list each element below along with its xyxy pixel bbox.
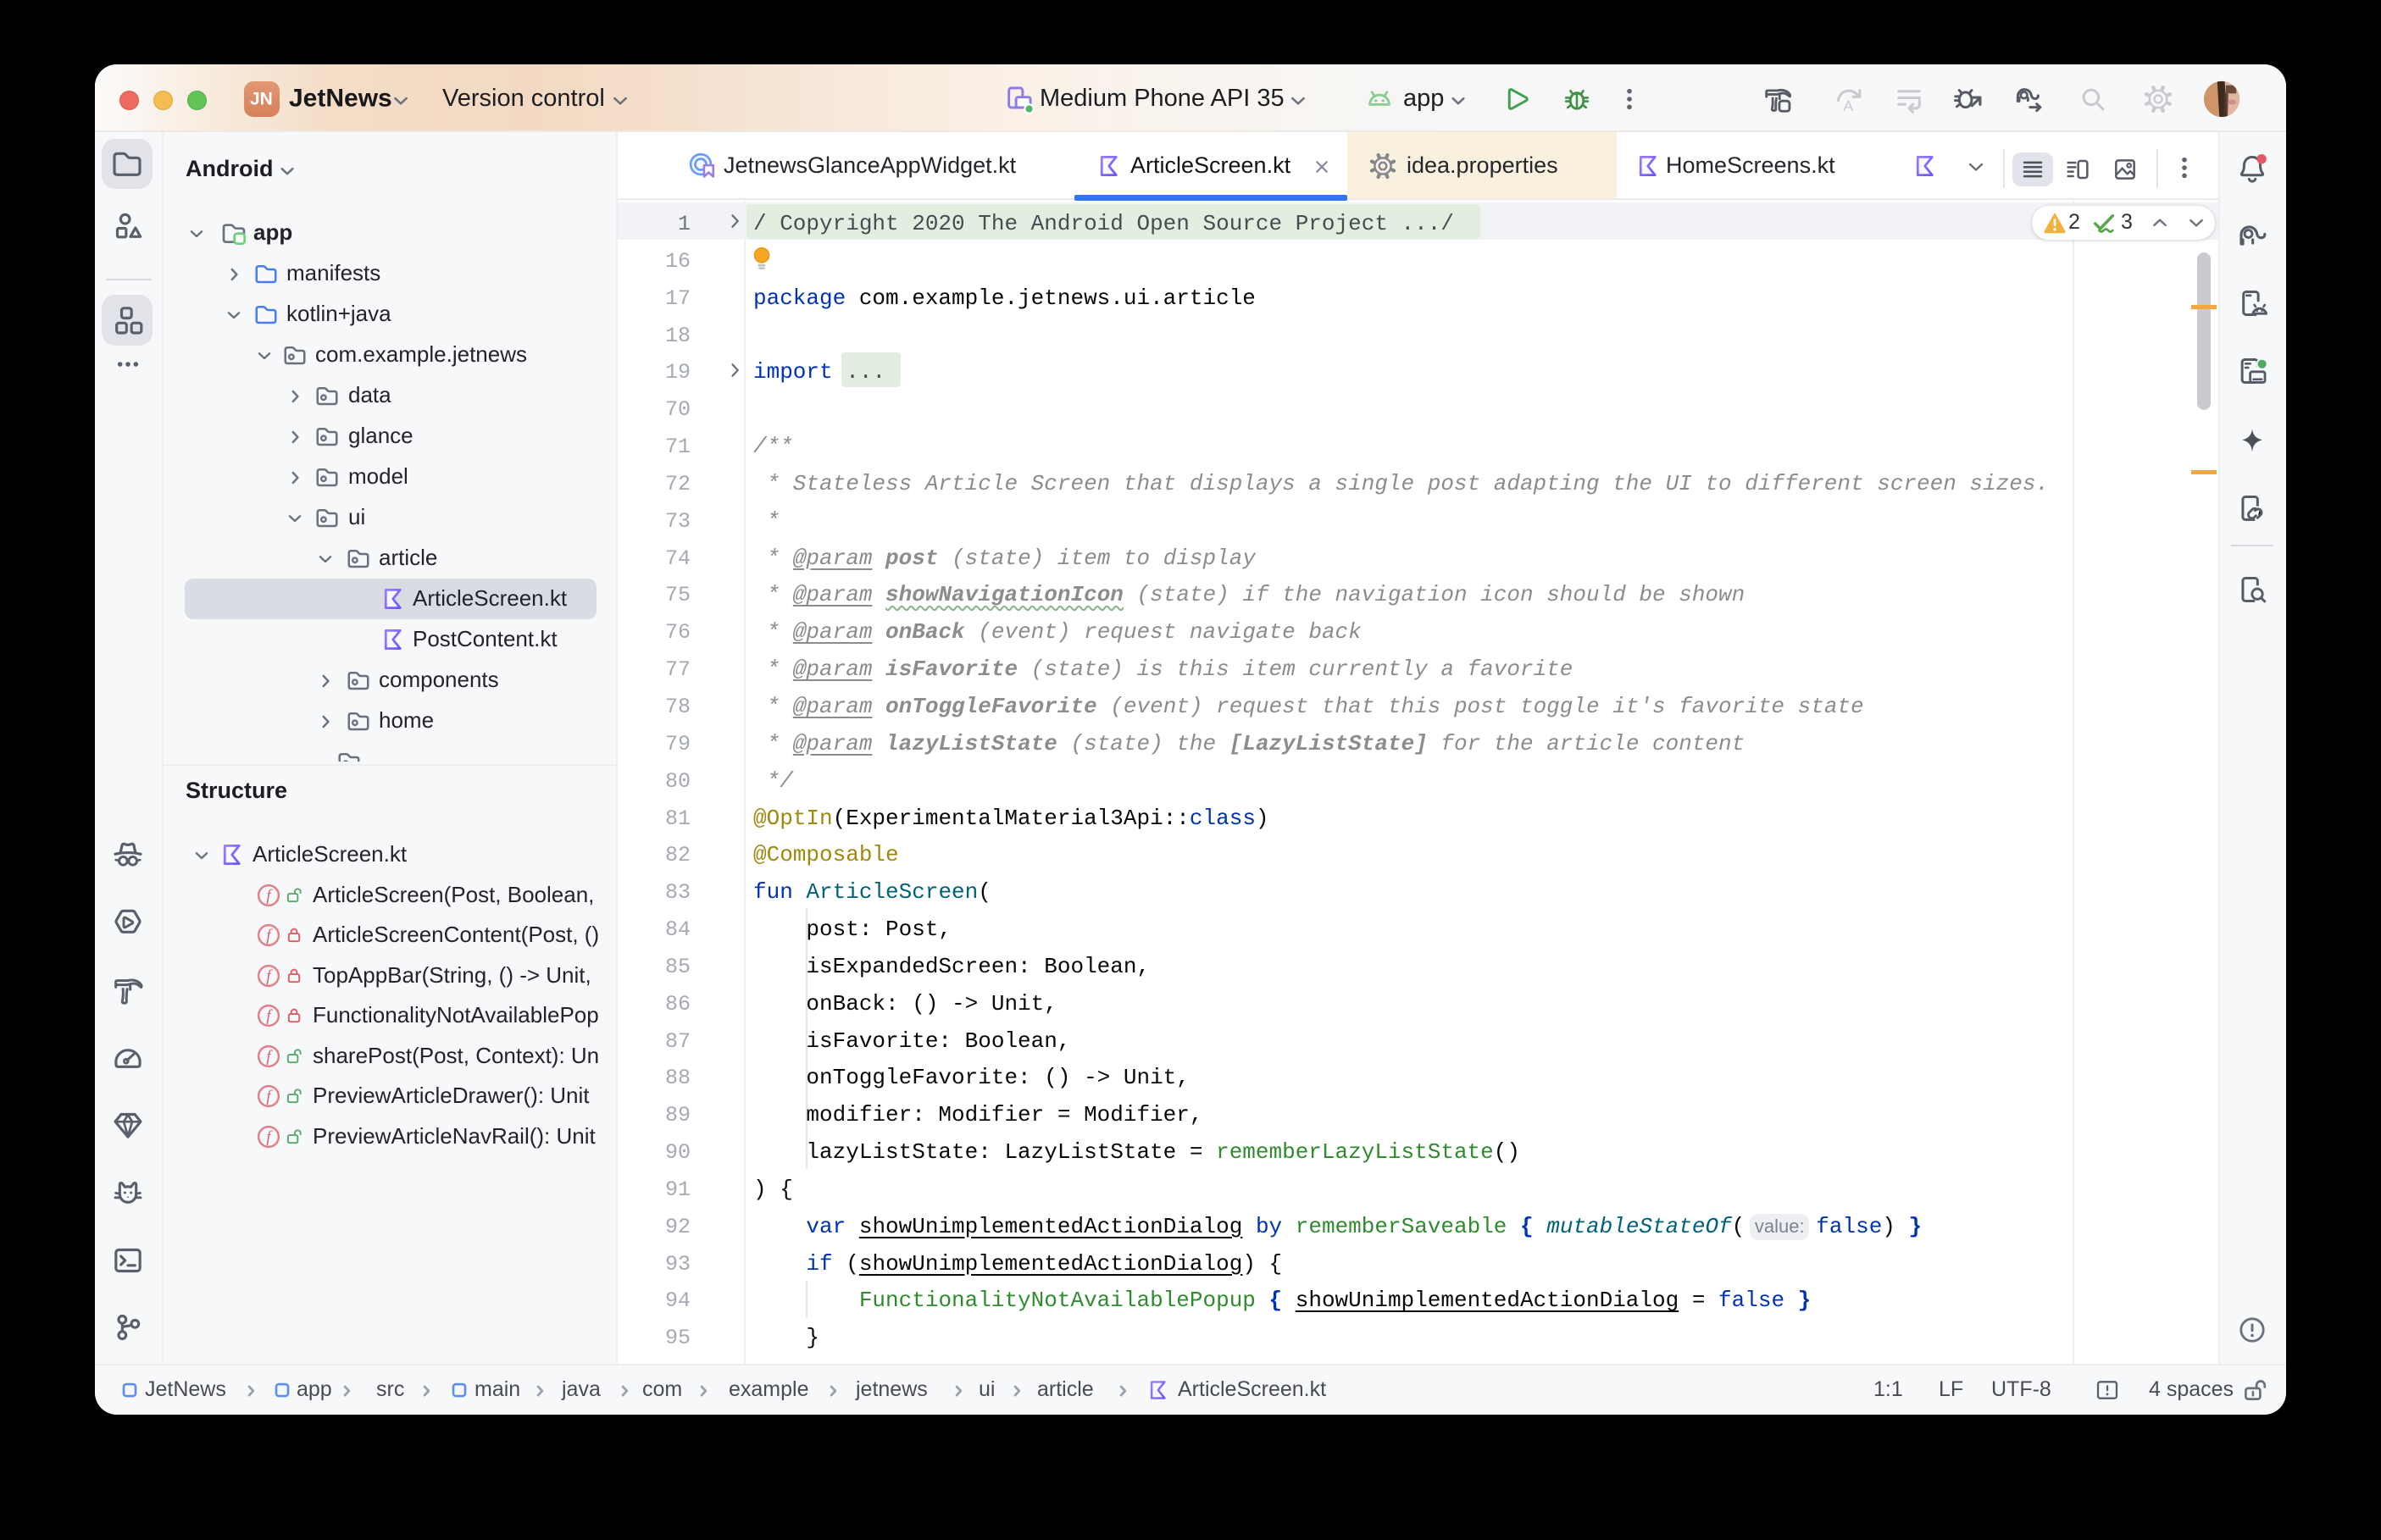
svg-text:A: A	[1843, 97, 1853, 114]
svg-text:f: f	[266, 927, 273, 944]
svg-text:f: f	[266, 1007, 273, 1025]
svg-text:f: f	[266, 1128, 273, 1146]
svg-text:f: f	[266, 887, 273, 905]
svg-text:f: f	[266, 1048, 273, 1066]
svg-text:f: f	[266, 1088, 273, 1105]
svg-text:f: f	[266, 967, 273, 985]
